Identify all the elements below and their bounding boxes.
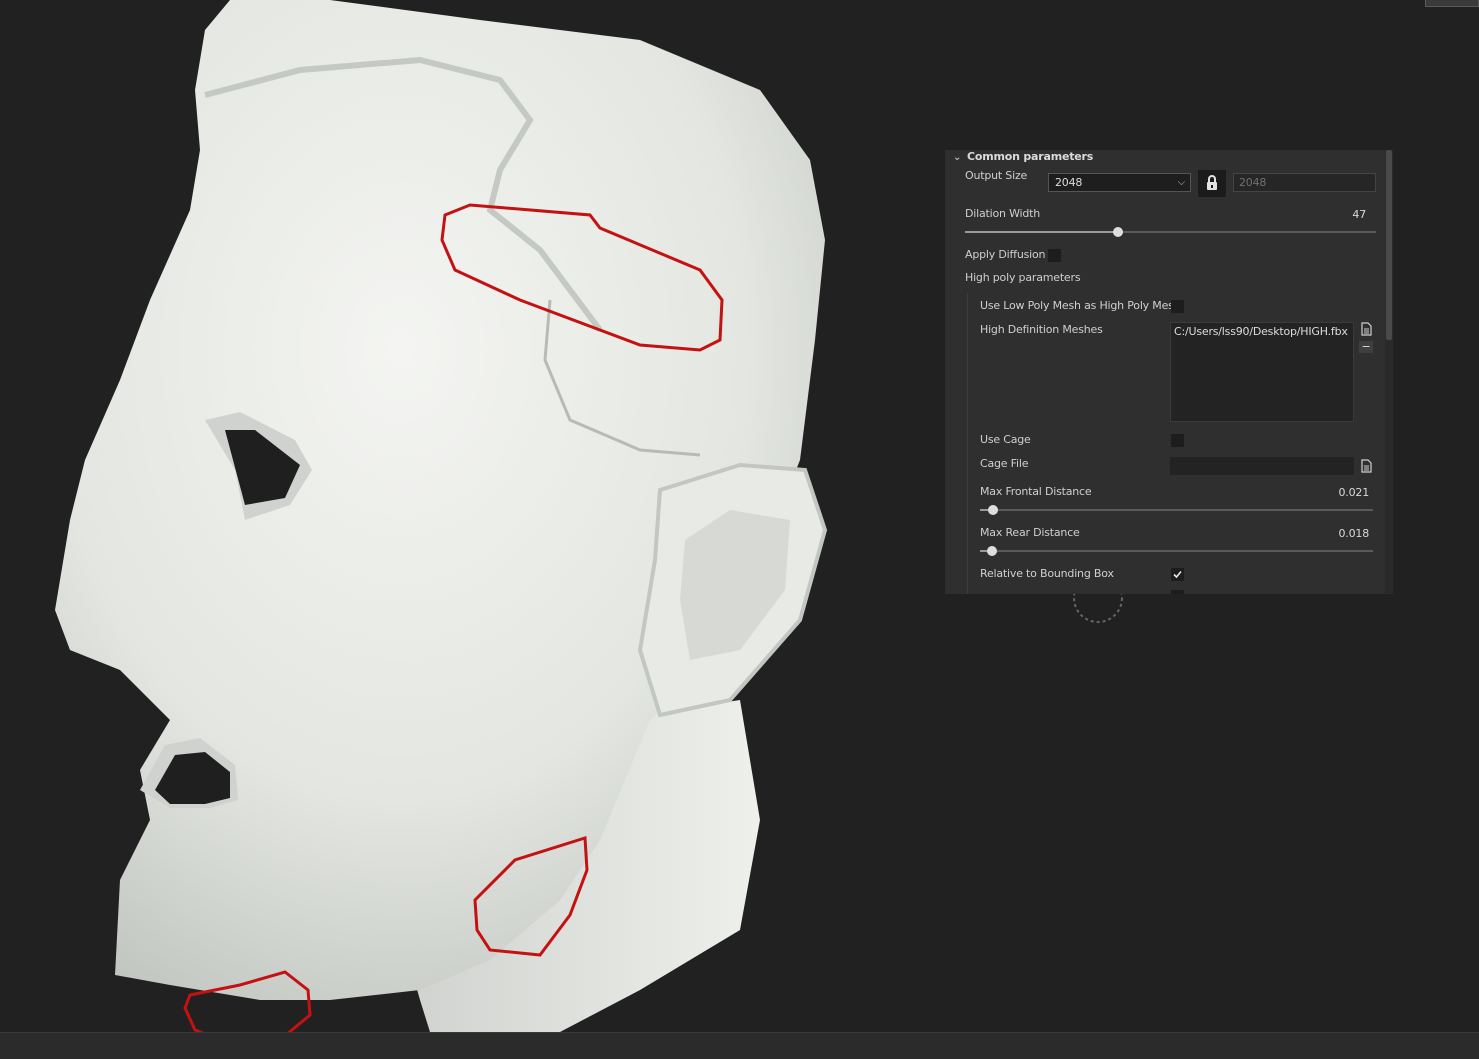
lock-icon <box>1207 175 1217 190</box>
output-size-value: 2048 <box>1055 176 1083 189</box>
dilation-width-knob[interactable] <box>1113 227 1123 237</box>
remove-mesh-button[interactable]: − <box>1359 341 1373 353</box>
max-frontal-distance-slider[interactable] <box>980 509 1373 511</box>
list-item[interactable]: C:/Users/lss90/Desktop/HIGH.fbx <box>1174 325 1348 339</box>
max-rear-distance-value[interactable]: 0.018 <box>1319 527 1370 541</box>
cage-file-label: Cage File <box>980 457 1029 470</box>
file-icon <box>1361 322 1372 336</box>
high-definition-meshes-list[interactable]: C:/Users/lss90/Desktop/HIGH.fbx <box>1170 322 1354 422</box>
section-title: Common parameters <box>967 150 1094 163</box>
use-cage-label: Use Cage <box>980 433 1031 446</box>
high-definition-meshes-label: High Definition Meshes <box>980 323 1103 336</box>
high-poly-parameters-label: High poly parameters <box>965 271 1081 284</box>
dilation-width-label: Dilation Width <box>965 207 1041 220</box>
chevron-down-icon: ⌄ <box>953 152 962 163</box>
relative-to-bounding-box-checkbox[interactable] <box>1171 568 1184 581</box>
minus-icon: − <box>1361 340 1371 353</box>
corner-tab[interactable] <box>1425 0 1479 7</box>
clipped-row-checkbox[interactable] <box>1171 590 1184 594</box>
max-rear-distance-knob[interactable] <box>987 546 997 556</box>
dilation-width-slider[interactable] <box>965 231 1376 233</box>
use-cage-checkbox[interactable] <box>1171 434 1184 447</box>
add-mesh-button[interactable] <box>1359 322 1373 336</box>
max-frontal-distance-value[interactable]: 0.021 <box>1319 486 1370 500</box>
max-frontal-distance-knob[interactable] <box>988 505 998 515</box>
max-rear-distance-slider[interactable] <box>980 550 1373 552</box>
apply-diffusion-label: Apply Diffusion <box>965 248 1046 261</box>
output-size-label: Output Size <box>965 169 1028 182</box>
panel-scrollbar[interactable] <box>1385 150 1393 594</box>
output-size-select[interactable]: 2048 ⌵ <box>1048 173 1191 192</box>
cage-file-field[interactable] <box>1170 457 1354 475</box>
max-frontal-distance-label: Max Frontal Distance <box>980 485 1092 498</box>
use-low-poly-checkbox[interactable] <box>1171 300 1184 313</box>
browse-cage-button[interactable] <box>1359 459 1373 473</box>
output-size-linked-field: 2048 <box>1233 173 1376 192</box>
section-common-parameters[interactable]: ⌄ Common parameters <box>953 150 1093 164</box>
dilation-width-value[interactable]: 47 <box>1325 208 1366 222</box>
status-bar <box>0 1032 1479 1059</box>
max-rear-distance-label: Max Rear Distance <box>980 526 1080 539</box>
use-low-poly-label: Use Low Poly Mesh as High Poly Mesh <box>980 299 1181 312</box>
chevron-down-icon: ⌵ <box>1177 177 1186 188</box>
scrollbar-thumb[interactable] <box>1386 150 1392 340</box>
lock-ratio-button[interactable] <box>1198 170 1226 197</box>
file-icon <box>1361 459 1372 473</box>
relative-to-bounding-box-label: Relative to Bounding Box <box>980 567 1114 580</box>
apply-diffusion-checkbox[interactable] <box>1048 249 1061 262</box>
subgroup-indent-line <box>967 293 968 594</box>
bake-parameters-panel: ⌄ Common parameters Output Size 2048 ⌵ 20… <box>945 150 1393 594</box>
slider-fill <box>965 231 1117 233</box>
checkmark-icon <box>1173 570 1182 579</box>
